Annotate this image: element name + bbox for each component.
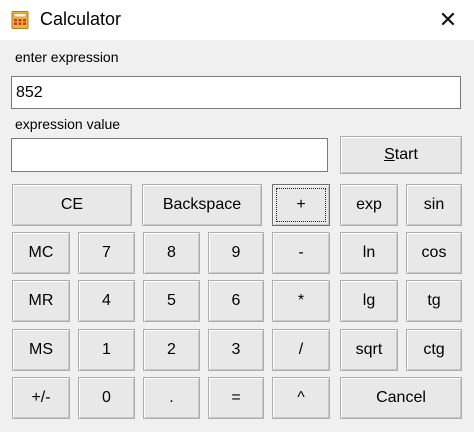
divide-button[interactable]: / — [272, 329, 330, 371]
calculator-icon — [11, 11, 29, 29]
expression-label: enter expression — [15, 49, 119, 65]
digit-3-button[interactable]: 3 — [208, 329, 264, 371]
digit-7-button[interactable]: 7 — [78, 232, 135, 274]
digit-5-button[interactable]: 5 — [143, 280, 200, 322]
decimal-point-button[interactable]: . — [143, 377, 200, 419]
digit-2-button[interactable]: 2 — [143, 329, 200, 371]
start-button-mnemonic: S — [384, 146, 395, 163]
memory-recall-button[interactable]: MR — [12, 280, 70, 322]
expression-input[interactable] — [11, 76, 461, 109]
start-button-label: tart — [394, 146, 418, 163]
memory-clear-button[interactable]: MC — [12, 232, 70, 274]
memory-store-button[interactable]: MS — [12, 329, 70, 371]
value-label: expression value — [15, 116, 121, 132]
digit-0-button[interactable]: 0 — [78, 377, 135, 419]
minus-button[interactable]: - — [272, 232, 330, 274]
plus-minus-button[interactable]: +/- — [12, 377, 70, 419]
digit-8-button[interactable]: 8 — [143, 232, 200, 274]
equals-button[interactable]: = — [208, 377, 264, 419]
multiply-button[interactable]: * — [272, 280, 330, 322]
sin-button[interactable]: sin — [406, 184, 462, 226]
digit-1-button[interactable]: 1 — [78, 329, 135, 371]
focus-ring — [276, 188, 326, 222]
backspace-button[interactable]: Backspace — [142, 184, 262, 226]
power-button[interactable]: ^ — [272, 377, 330, 419]
cancel-button[interactable]: Cancel — [340, 377, 462, 419]
title-bar: Calculator ✕ — [0, 0, 474, 40]
close-button[interactable]: ✕ — [422, 0, 474, 40]
plus-button[interactable]: + — [272, 184, 330, 226]
sqrt-button[interactable]: sqrt — [340, 329, 398, 371]
clear-entry-button[interactable]: CE — [12, 184, 132, 226]
ln-button[interactable]: ln — [340, 232, 398, 274]
digit-4-button[interactable]: 4 — [78, 280, 135, 322]
close-icon: ✕ — [438, 7, 458, 32]
ctg-button[interactable]: ctg — [406, 329, 462, 371]
value-output[interactable] — [11, 138, 328, 172]
tg-button[interactable]: tg — [406, 280, 462, 322]
digit-6-button[interactable]: 6 — [208, 280, 264, 322]
cos-button[interactable]: cos — [406, 232, 462, 274]
lg-button[interactable]: lg — [340, 280, 398, 322]
start-button[interactable]: Start — [340, 136, 462, 174]
window-title: Calculator — [40, 9, 122, 29]
exp-button[interactable]: exp — [340, 184, 398, 226]
digit-9-button[interactable]: 9 — [208, 232, 264, 274]
